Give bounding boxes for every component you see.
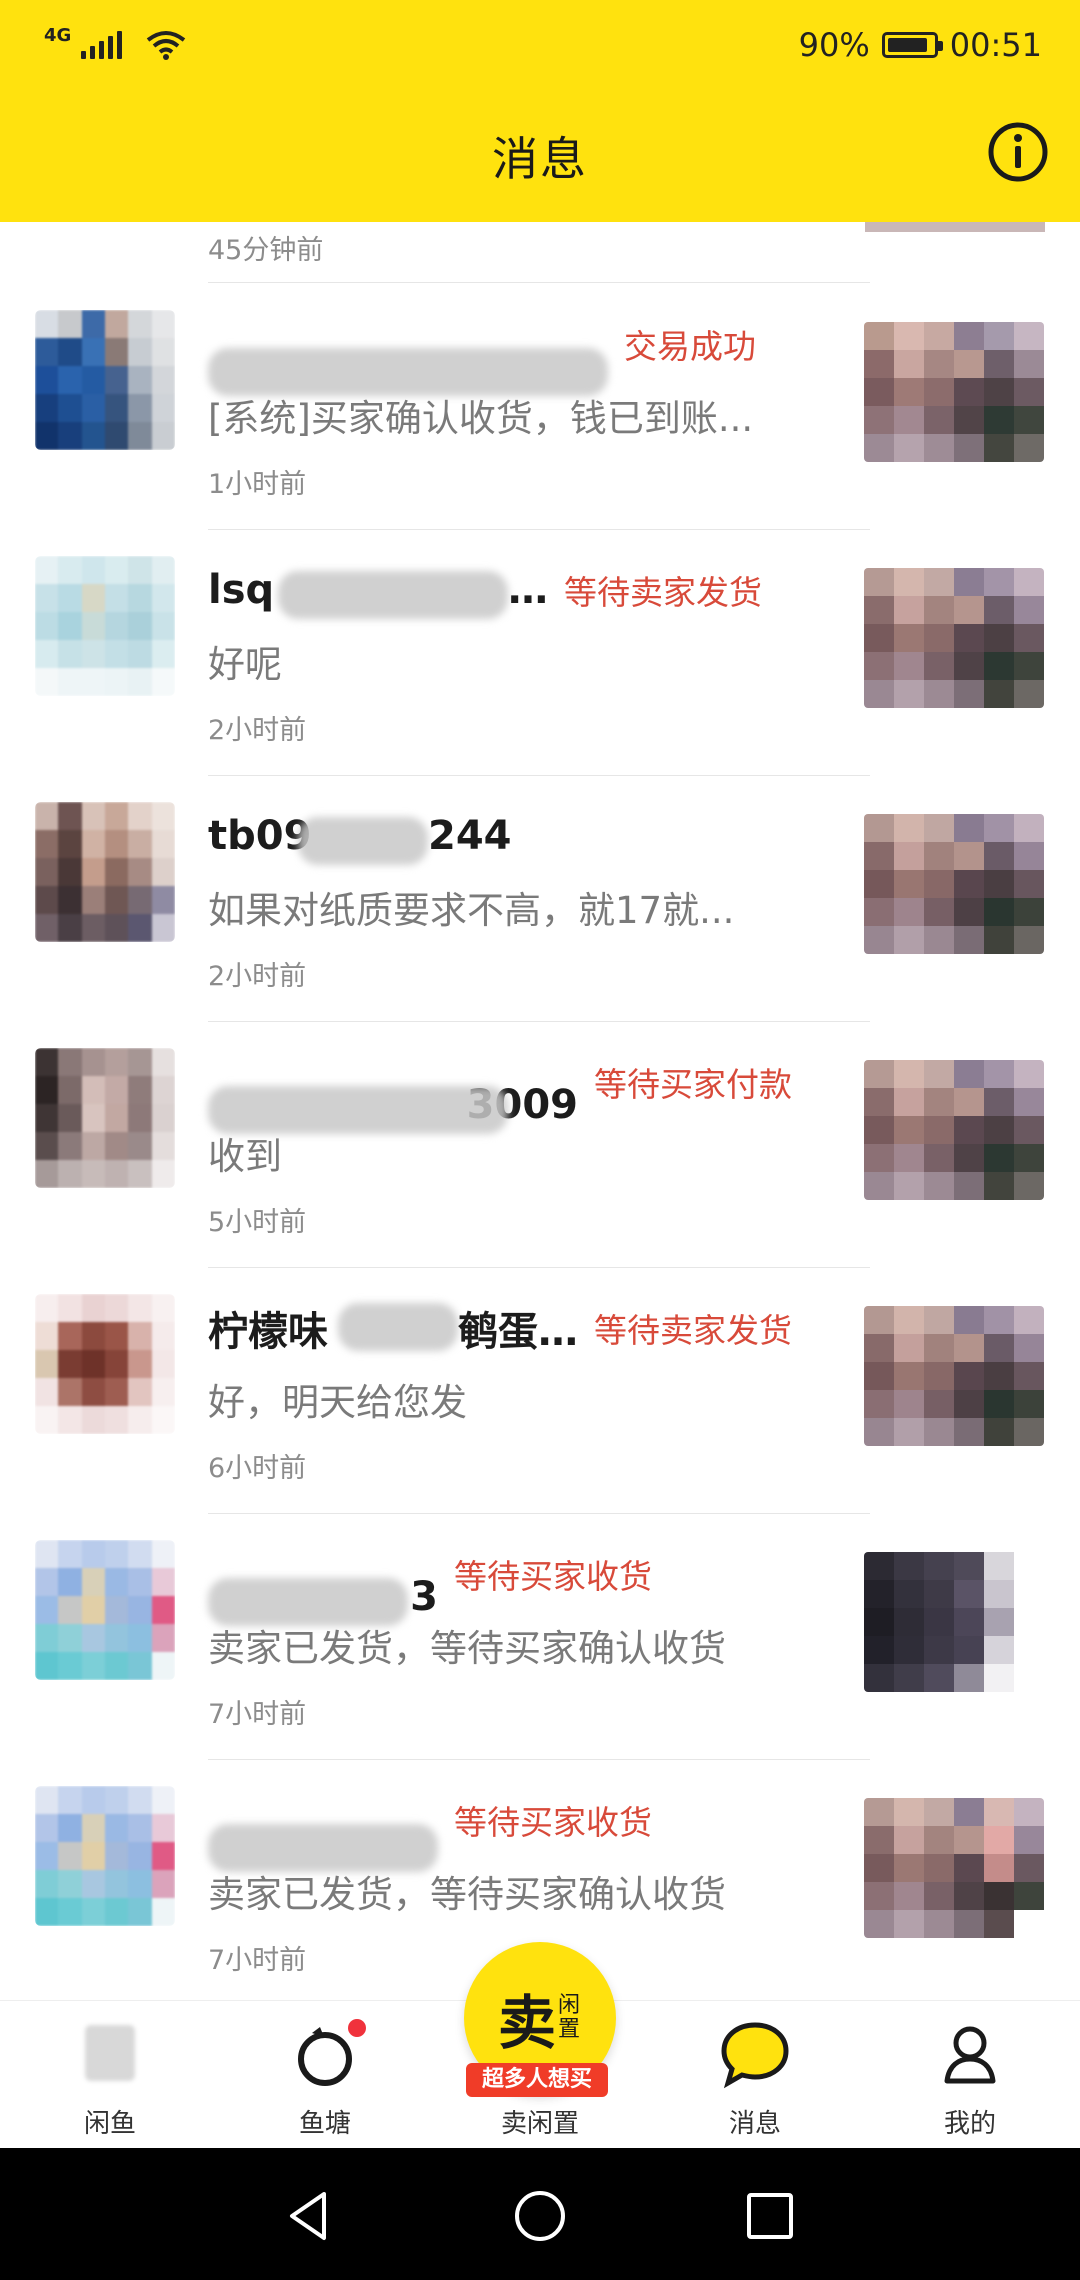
contact-name: 柠檬味 鹌蛋…	[208, 1299, 578, 1357]
order-status: 交易成功	[624, 327, 756, 366]
system-nav-bar	[0, 2148, 1080, 2280]
avatar[interactable]	[35, 1294, 175, 1434]
item-thumbnail[interactable]	[864, 322, 1044, 462]
sell-main-label: 卖	[497, 1989, 556, 2057]
item-thumbnail[interactable]	[865, 222, 1045, 232]
conversation-row[interactable]: 交易成功 [系统]买家确认收货，钱已到账... 1小时前	[0, 284, 1080, 530]
person-icon	[935, 2019, 1005, 2089]
contact-name: lsq…	[208, 567, 548, 619]
item-thumbnail[interactable]	[864, 1060, 1044, 1200]
home-circle-icon[interactable]	[510, 2186, 570, 2246]
nav-item-home[interactable]: 闲鱼	[20, 2001, 200, 2149]
nav-label-sell: 卖闲置	[500, 2109, 579, 2139]
battery-percent: 90%	[798, 26, 870, 64]
avatar[interactable]	[35, 556, 175, 696]
message-time: 45分钟前	[208, 235, 324, 266]
nav-label-mine: 我的	[943, 2109, 996, 2139]
item-thumbnail[interactable]	[864, 1552, 1044, 1692]
message-preview: 好呢	[208, 643, 282, 686]
nav-item-messages[interactable]: 消息	[665, 2001, 845, 2149]
title-bar: 消息	[0, 90, 1080, 222]
avatar[interactable]	[35, 1786, 175, 1926]
conversation-row[interactable]: lsq… 等待卖家发货 好呢 2小时前	[0, 530, 1080, 776]
message-time: 2小时前	[208, 961, 307, 992]
nav-item-pond[interactable]: 鱼塘	[235, 2001, 415, 2149]
item-thumbnail[interactable]	[864, 1306, 1044, 1446]
signal-icon	[81, 31, 123, 59]
message-time: 7小时前	[208, 1699, 307, 1730]
conversation-row[interactable]: 3 等待买家收货 卖家已发货，等待买家确认收货 7小时前	[0, 1514, 1080, 1760]
network-type: 4G	[44, 24, 72, 46]
page-title: 消息	[492, 132, 588, 186]
order-status: 等待卖家发货	[564, 573, 762, 612]
message-time: 1小时前	[208, 469, 307, 500]
recents-icon[interactable]	[740, 2186, 800, 2246]
avatar[interactable]	[35, 1048, 175, 1188]
message-time: 5小时前	[208, 1207, 307, 1238]
home-icon	[75, 2019, 145, 2089]
conversation-row[interactable]: 3009 等待买家付款 收到 5小时前	[0, 1022, 1080, 1268]
avatar[interactable]	[35, 310, 175, 450]
divider	[208, 282, 870, 283]
avatar[interactable]	[35, 1540, 175, 1680]
nav-label-messages: 消息	[728, 2109, 781, 2139]
info-icon[interactable]	[986, 120, 1050, 184]
chat-bubble-icon	[720, 2019, 790, 2089]
nav-label-pond: 鱼塘	[298, 2109, 351, 2139]
order-status: 等待买家收货	[454, 1803, 652, 1842]
wifi-icon	[147, 31, 186, 60]
message-time: 6小时前	[208, 1453, 307, 1484]
message-preview: [系统]买家确认收货，钱已到账...	[208, 397, 754, 440]
nav-item-mine[interactable]: 我的	[880, 2001, 1060, 2149]
message-preview: 收到	[208, 1135, 282, 1178]
message-time: 7小时前	[208, 1945, 307, 1976]
item-thumbnail[interactable]	[864, 814, 1044, 954]
message-time: 2小时前	[208, 715, 307, 746]
order-status: 等待买家付款	[594, 1065, 792, 1104]
back-icon[interactable]	[280, 2186, 340, 2246]
clock: 00:51	[949, 26, 1042, 64]
item-thumbnail[interactable]	[864, 568, 1044, 708]
order-status: 等待买家收货	[454, 1557, 652, 1596]
status-bar: 4G 90% 00:51	[0, 0, 1080, 90]
contact-name: tb09 244	[208, 813, 512, 865]
conversation-row[interactable]: tb09 244 如果对纸质要求不高，就17就... 2小时前	[0, 776, 1080, 1022]
battery-icon	[881, 32, 943, 58]
sell-banner[interactable]: 超多人想买	[466, 2063, 608, 2097]
nav-label-home: 闲鱼	[83, 2109, 136, 2139]
avatar[interactable]	[35, 802, 175, 942]
notification-dot	[348, 2019, 366, 2037]
message-list[interactable]: 45分钟前 交易成功 [系统]买家确认收货，钱已到账... 1小时前 lsq ……	[0, 222, 1080, 2000]
pond-icon	[290, 2019, 366, 2089]
message-preview: 好，明天给您发	[208, 1381, 467, 1424]
sell-sub-label: 闲置	[558, 1993, 581, 2042]
order-status: 等待卖家发货	[594, 1311, 792, 1350]
item-thumbnail[interactable]	[864, 1798, 1044, 1938]
message-preview: 卖家已发货，等待买家确认收货	[208, 1627, 726, 1670]
conversation-row[interactable]: 柠檬味 鹌蛋… 等待卖家发货 好，明天给您发 6小时前	[0, 1268, 1080, 1514]
message-preview: 如果对纸质要求不高，就17就...	[208, 889, 735, 932]
message-preview: 卖家已发货，等待买家确认收货	[208, 1873, 726, 1916]
